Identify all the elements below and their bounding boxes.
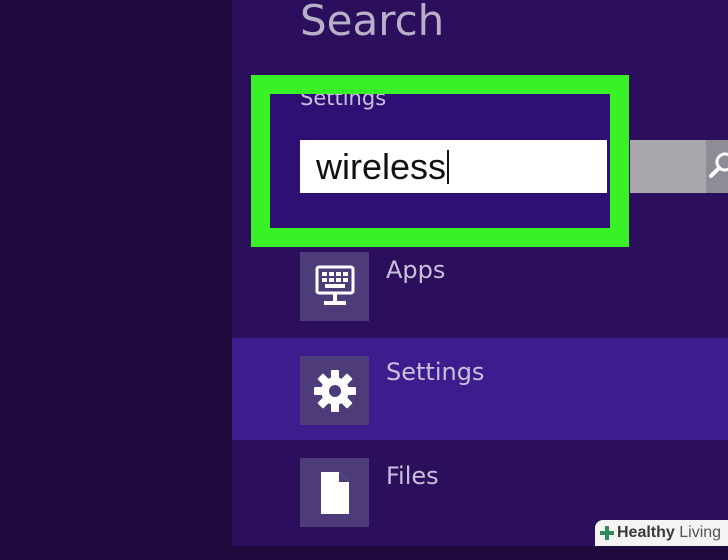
scope-item-label: Settings [386, 358, 485, 386]
search-icon [709, 152, 728, 178]
scope-item-label: Files [386, 462, 439, 490]
watermark-text: Healthy Living [617, 524, 722, 541]
search-pane-title: Search [300, 0, 445, 45]
watermark-logo: Healthy Living [595, 520, 728, 546]
plus-icon [600, 526, 614, 540]
gear-icon [313, 369, 356, 412]
document-icon [320, 471, 349, 514]
files-tile [300, 458, 369, 527]
search-button[interactable] [706, 140, 728, 193]
scope-item-settings[interactable]: Settings [232, 338, 728, 440]
keyboard-monitor-icon [315, 265, 354, 305]
scope-item-label: Apps [386, 256, 446, 284]
search-input-overflow [630, 140, 706, 193]
settings-tile [300, 356, 369, 425]
annotation-highlight-box [251, 75, 629, 247]
apps-tile [300, 252, 369, 321]
desktop-backdrop [0, 0, 232, 546]
